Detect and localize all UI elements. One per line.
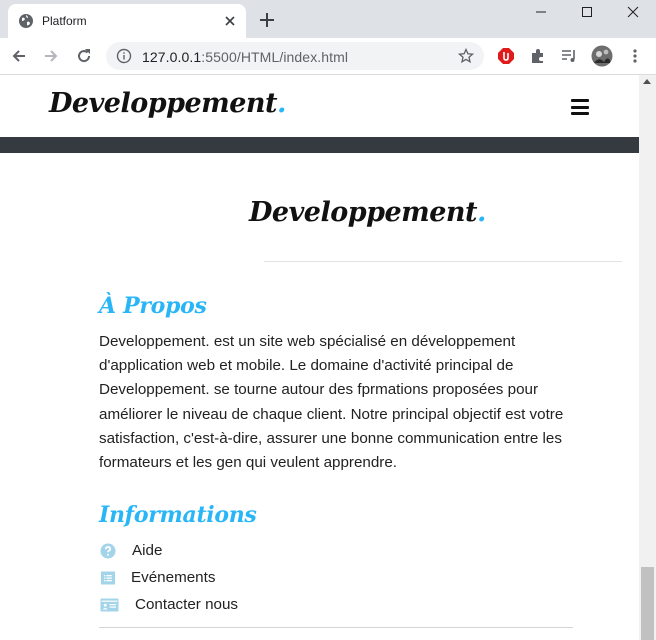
profile-avatar-icon[interactable]: [591, 45, 613, 67]
address-bar[interactable]: 127.0.0.1:5500/HTML/index.html: [106, 42, 484, 70]
info-list: Aide Evénements Contacter nous: [99, 537, 238, 618]
divider: [264, 261, 622, 262]
navbar-brand[interactable]: Developpement.: [49, 88, 286, 119]
maximize-window-button[interactable]: [564, 0, 610, 24]
close-tab-icon[interactable]: [222, 13, 238, 29]
divider: [99, 627, 573, 628]
info-icon[interactable]: [116, 48, 132, 64]
adblock-extension-icon[interactable]: [497, 47, 515, 65]
minimize-icon: [536, 11, 546, 13]
info-link-contact[interactable]: Contacter nous: [99, 591, 238, 618]
minimize-window-button[interactable]: [518, 0, 564, 24]
info-link-label: Evénements: [131, 569, 216, 586]
info-heading: Informations: [99, 502, 257, 528]
tab-title: Platform: [42, 14, 87, 28]
site-navbar: Developpement.: [0, 75, 639, 137]
close-window-button[interactable]: [610, 0, 656, 24]
question-circle-icon: [99, 542, 117, 560]
maximize-icon: [582, 7, 592, 17]
info-link-label: Aide: [132, 542, 163, 559]
info-link-label: Contacter nous: [135, 596, 238, 613]
reload-icon[interactable]: [75, 47, 93, 65]
url-host: 127.0.0.1: [142, 49, 202, 65]
info-link-evenements[interactable]: Evénements: [99, 564, 238, 591]
new-tab-icon[interactable]: [258, 11, 276, 29]
globe-icon: [19, 14, 33, 28]
kebab-menu-icon[interactable]: [626, 47, 644, 65]
scroll-up-arrow-icon[interactable]: [643, 79, 651, 84]
list-icon: [99, 569, 117, 587]
bookmark-star-icon[interactable]: [458, 48, 474, 64]
close-icon: [627, 6, 639, 18]
vertical-scrollbar[interactable]: [639, 75, 656, 640]
info-link-aide[interactable]: Aide: [99, 537, 238, 564]
about-text: Developpement. est un site web spécialis…: [99, 333, 564, 472]
page-viewport: Developpement. Developpement. À Propos D…: [0, 75, 639, 640]
browser-toolbar: 127.0.0.1:5500/HTML/index.html: [0, 38, 656, 75]
scrollbar-thumb[interactable]: [641, 567, 654, 640]
brand-name: Developpement: [49, 88, 278, 119]
brand-dot: .: [277, 88, 286, 119]
footer-brand-dot: .: [477, 197, 486, 228]
footer-brand: Developpement.: [249, 197, 486, 228]
url-path: :5500/HTML/index.html: [201, 49, 349, 65]
browser-tab[interactable]: Platform: [8, 4, 246, 38]
forward-arrow-icon[interactable]: [42, 47, 60, 65]
url-text[interactable]: 127.0.0.1:5500/HTML/index.html: [142, 49, 348, 65]
extensions-puzzle-icon[interactable]: [529, 47, 547, 65]
media-playlist-icon[interactable]: [560, 47, 578, 65]
browser-tabstrip: Platform: [0, 0, 656, 38]
back-arrow-icon[interactable]: [10, 47, 28, 65]
header-dark-bar: [0, 137, 639, 153]
id-card-icon: [99, 596, 119, 614]
footer-brand-name: Developpement: [249, 197, 478, 228]
hamburger-menu-icon[interactable]: [571, 99, 589, 115]
about-heading: À Propos: [99, 293, 207, 319]
